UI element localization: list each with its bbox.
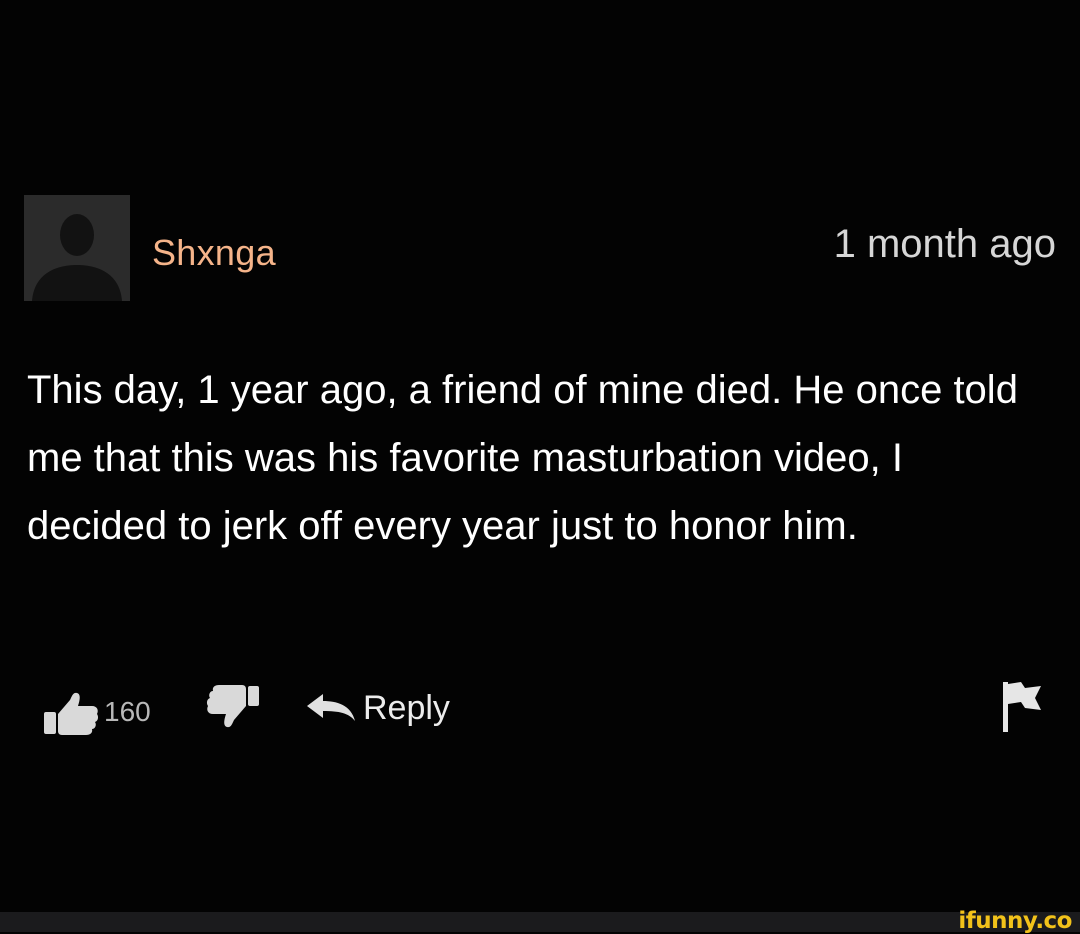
ifunny-watermark: ifunny.co <box>958 908 1072 934</box>
reply-label: Reply <box>363 688 450 727</box>
comment-card: Shxnga 1 month ago This day, 1 year ago,… <box>0 0 1080 912</box>
dislike-button[interactable] <box>206 684 260 730</box>
comment-text: This day, 1 year ago, a friend of mine d… <box>27 368 1018 548</box>
comment-timestamp: 1 month ago <box>833 222 1056 266</box>
avatar[interactable] <box>24 195 130 301</box>
like-count: 160 <box>104 696 151 727</box>
comment-actions: 160 Reply <box>0 680 1080 740</box>
like-button[interactable] <box>42 690 100 736</box>
thumbs-up-icon <box>44 692 99 735</box>
thumbs-down-icon <box>206 685 259 728</box>
reply-arrow-icon <box>307 694 355 721</box>
username-link[interactable]: Shxnga <box>152 232 276 274</box>
footer-bar: ifunny.co <box>0 908 1080 934</box>
reply-button[interactable]: Reply <box>305 686 450 730</box>
default-user-silhouette-icon <box>24 195 130 301</box>
flag-button[interactable] <box>1001 678 1045 734</box>
flag-icon <box>1003 682 1041 732</box>
